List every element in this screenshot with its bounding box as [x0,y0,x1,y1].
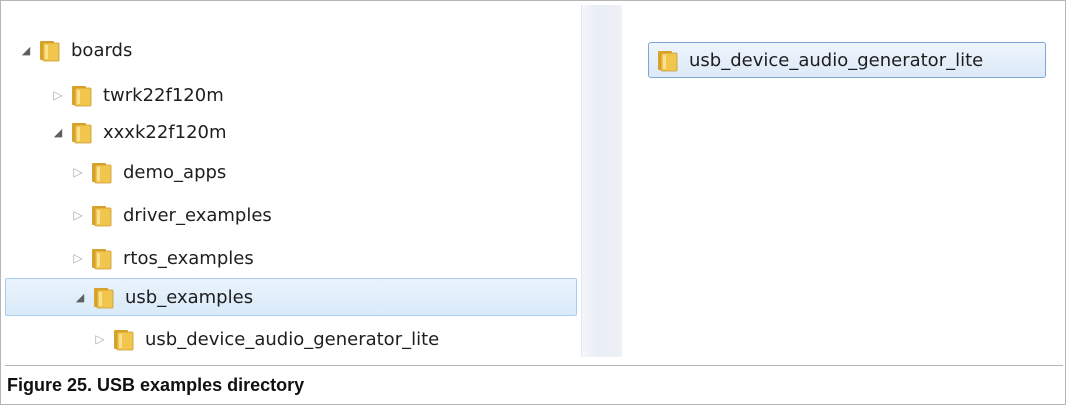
tree-node-boards[interactable]: ◢ boards [19,31,132,69]
folder-icon [93,285,115,309]
folder-icon [71,120,93,144]
folder-icon [91,246,113,270]
figure-caption: Figure 25. USB examples directory [5,365,1063,405]
tree-node-xxxk22f120m[interactable]: ◢ xxxk22f120m [51,113,227,151]
folder-icon [113,327,135,351]
collapsed-arrow-icon[interactable]: ▷ [71,251,85,265]
collapsed-arrow-icon[interactable]: ▷ [71,208,85,222]
pane-splitter[interactable] [581,5,623,357]
tree-node-label: boards [71,39,133,61]
tree-node-label: rtos_examples [123,247,254,269]
content-item-label: usb_device_audio_generator_lite [689,49,984,71]
tree-node-label: usb_examples [125,286,254,308]
folder-tree-pane: ◢ boards ▷ twrk22f120m ◢ xxxk22f120m ▷ d… [5,5,581,357]
folder-icon [91,160,113,184]
tree-node-label: driver_examples [123,204,272,226]
file-explorer: ◢ boards ▷ twrk22f120m ◢ xxxk22f120m ▷ d… [5,5,1046,357]
tree-node-demo-apps[interactable]: ▷ demo_apps [71,153,226,191]
folder-icon [39,38,61,62]
tree-node-usb-device-audio-generator-lite[interactable]: ▷ usb_device_audio_generator_lite [93,320,439,358]
collapsed-arrow-icon[interactable]: ▷ [93,332,107,346]
expanded-arrow-icon[interactable]: ◢ [19,43,33,57]
expanded-arrow-icon[interactable]: ◢ [51,125,65,139]
tree-node-label: twrk22f120m [103,84,224,106]
folder-icon [91,203,113,227]
folder-contents-pane: usb_device_audio_generator_lite [622,5,1046,357]
tree-node-driver-examples[interactable]: ▷ driver_examples [71,196,272,234]
tree-node-label: demo_apps [123,161,227,183]
figure-frame: ◢ boards ▷ twrk22f120m ◢ xxxk22f120m ▷ d… [0,0,1066,405]
collapsed-arrow-icon[interactable]: ▷ [51,88,65,102]
content-item-usb-device-audio-generator-lite[interactable]: usb_device_audio_generator_lite [648,42,1046,78]
tree-node-usb-examples[interactable]: ◢ usb_examples [5,278,577,316]
folder-icon [657,48,679,72]
tree-node-label: usb_device_audio_generator_lite [145,328,440,350]
folder-icon [71,83,93,107]
tree-node-twrk22f120m[interactable]: ▷ twrk22f120m [51,76,224,114]
expanded-arrow-icon[interactable]: ◢ [73,290,87,304]
tree-node-label: xxxk22f120m [103,121,227,143]
collapsed-arrow-icon[interactable]: ▷ [71,165,85,179]
tree-node-rtos-examples[interactable]: ▷ rtos_examples [71,239,254,277]
